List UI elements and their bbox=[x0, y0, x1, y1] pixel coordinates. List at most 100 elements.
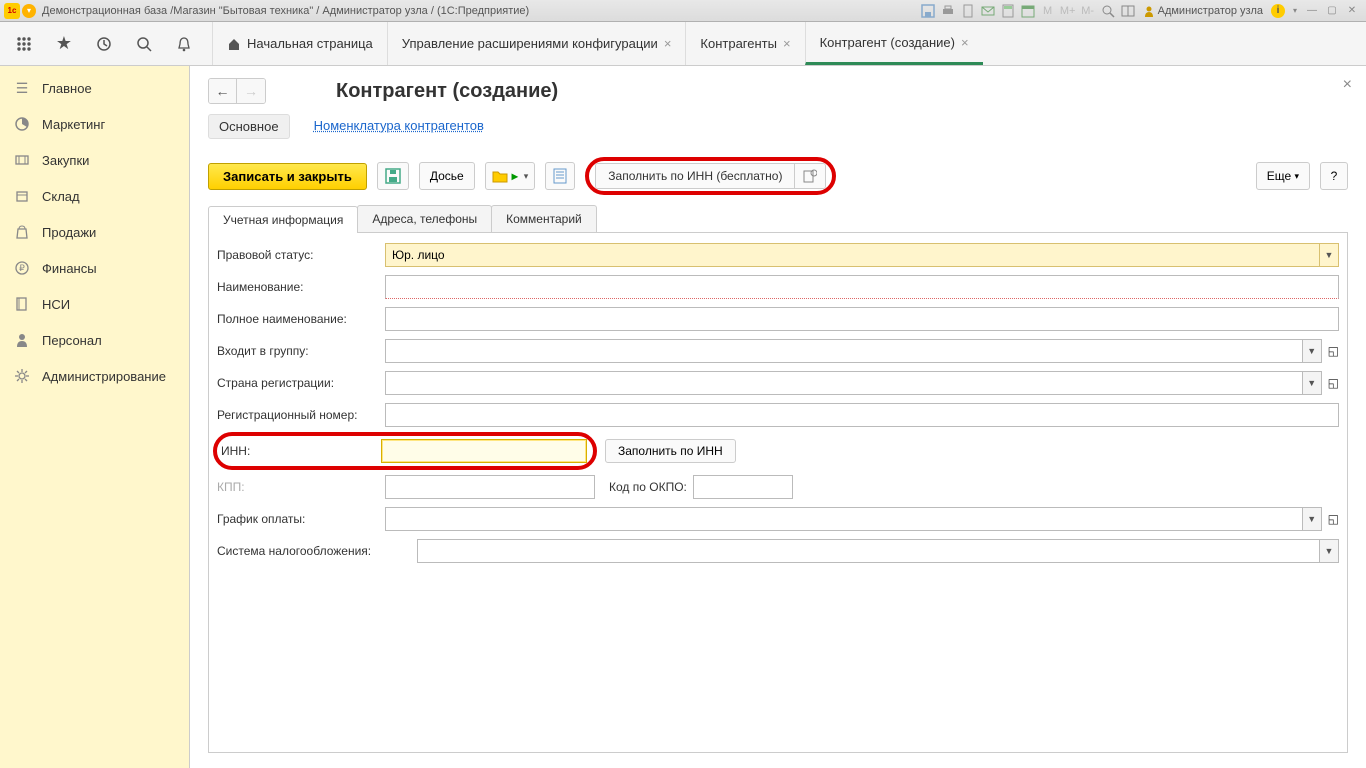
nav-back-button[interactable]: ← bbox=[209, 79, 237, 103]
close-icon[interactable]: × bbox=[961, 35, 969, 50]
fill-inn-button[interactable]: Заполнить по ИНН bbox=[605, 439, 736, 463]
legal-status-label: Правовой статус: bbox=[217, 248, 385, 262]
list-button[interactable] bbox=[545, 162, 575, 190]
legal-status-field[interactable] bbox=[385, 243, 1319, 267]
sidebar-item-warehouse[interactable]: Склад bbox=[0, 178, 189, 214]
tab-extensions[interactable]: Управление расширениями конфигурации × bbox=[387, 22, 686, 65]
menu-icon: ☰ bbox=[12, 78, 32, 98]
box-icon bbox=[12, 186, 32, 206]
save-close-button[interactable]: Записать и закрыть bbox=[208, 163, 367, 190]
okpo-label: Код по ОКПО: bbox=[609, 480, 687, 494]
chevron-down-icon[interactable]: ▼ bbox=[1302, 507, 1322, 531]
reg-num-field[interactable] bbox=[385, 403, 1339, 427]
full-name-field[interactable] bbox=[385, 307, 1339, 331]
payment-field[interactable] bbox=[385, 507, 1302, 531]
toolbar: Записать и закрыть Досье ▸▾ Заполнить по… bbox=[208, 157, 1348, 195]
group-field[interactable] bbox=[385, 339, 1302, 363]
payment-label: График оплаты: bbox=[217, 512, 385, 526]
info-icon[interactable]: i bbox=[1269, 3, 1287, 19]
dossier-button[interactable]: Досье bbox=[419, 162, 475, 190]
sidebar-item-nsi[interactable]: НСИ bbox=[0, 286, 189, 322]
sidebar-item-finances[interactable]: ₽Финансы bbox=[0, 250, 189, 286]
tb-mail-icon[interactable] bbox=[979, 3, 997, 19]
okpo-field[interactable] bbox=[693, 475, 793, 499]
formtab-address[interactable]: Адреса, телефоны bbox=[357, 205, 492, 232]
tab-label: Управление расширениями конфигурации bbox=[402, 36, 658, 51]
formtab-info[interactable]: Учетная информация bbox=[208, 206, 358, 233]
sidebar-item-purchases[interactable]: Закупки bbox=[0, 142, 189, 178]
history-icon[interactable] bbox=[88, 28, 120, 60]
sidebar-item-sales[interactable]: Продажи bbox=[0, 214, 189, 250]
open-icon[interactable]: ◱ bbox=[1328, 376, 1339, 390]
close-button[interactable]: ✕ bbox=[1343, 3, 1361, 19]
reg-num-label: Регистрационный номер: bbox=[217, 408, 385, 422]
sidebar-item-main[interactable]: ☰Главное bbox=[0, 70, 189, 106]
zoom-icon[interactable] bbox=[1099, 3, 1117, 19]
form-tabs: Учетная информация Адреса, телефоны Комм… bbox=[208, 205, 1348, 233]
kpp-field[interactable] bbox=[385, 475, 595, 499]
highlight-inn: ИНН: bbox=[213, 432, 597, 470]
titlebar: 1c ▾ Демонстрационная база /Магазин "Быт… bbox=[0, 0, 1366, 22]
country-field[interactable] bbox=[385, 371, 1302, 395]
folder-dropdown[interactable]: ▸▾ bbox=[485, 162, 536, 190]
chevron-down-icon[interactable]: ▼ bbox=[1302, 371, 1322, 395]
chevron-down-icon[interactable]: ▼ bbox=[1319, 243, 1339, 267]
fill-inn-icon[interactable] bbox=[794, 164, 825, 188]
subnav-main[interactable]: Основное bbox=[208, 114, 290, 139]
chevron-down-icon[interactable]: ▼ bbox=[1319, 539, 1339, 563]
tax-label: Система налогообложения: bbox=[217, 544, 417, 558]
help-button[interactable]: ? bbox=[1320, 162, 1348, 190]
name-field[interactable] bbox=[385, 275, 1339, 299]
tab-contractors[interactable]: Контрагенты × bbox=[685, 22, 804, 65]
open-icon[interactable]: ◱ bbox=[1328, 344, 1339, 358]
titlebar-dropdown[interactable]: ▾ bbox=[22, 4, 36, 18]
tb-save-icon[interactable] bbox=[919, 3, 937, 19]
more-button[interactable]: Еще ▾ bbox=[1256, 162, 1310, 190]
fill-inn-free-button[interactable]: Заполнить по ИНН (бесплатно) bbox=[596, 164, 794, 188]
search-icon[interactable] bbox=[128, 28, 160, 60]
tab-label: Контрагент (создание) bbox=[820, 35, 955, 50]
star-icon[interactable]: ★ bbox=[48, 28, 80, 60]
gear-icon bbox=[12, 366, 32, 386]
inn-field[interactable] bbox=[381, 439, 587, 463]
minimize-button[interactable]: — bbox=[1303, 3, 1321, 19]
bag-icon bbox=[12, 222, 32, 242]
full-name-label: Полное наименование: bbox=[217, 312, 385, 326]
info-dropdown[interactable]: ▾ bbox=[1289, 3, 1301, 19]
page-close-icon[interactable]: × bbox=[1343, 76, 1352, 94]
person-icon bbox=[12, 330, 32, 350]
tb-calendar-icon[interactable] bbox=[1019, 3, 1037, 19]
tab-home-label: Начальная страница bbox=[247, 36, 373, 51]
save-button[interactable] bbox=[377, 162, 409, 190]
name-label: Наименование: bbox=[217, 280, 385, 294]
highlight-fill-inn-free: Заполнить по ИНН (бесплатно) bbox=[585, 157, 836, 195]
panels-icon[interactable] bbox=[1119, 3, 1137, 19]
m-plus[interactable]: M+ bbox=[1059, 3, 1077, 19]
m-indicator[interactable]: M bbox=[1039, 3, 1057, 19]
nav-buttons: ← → bbox=[208, 78, 266, 104]
close-icon[interactable]: × bbox=[664, 36, 672, 51]
apps-icon[interactable] bbox=[8, 28, 40, 60]
user-icon[interactable]: Администратор узла bbox=[1139, 3, 1267, 19]
open-icon[interactable]: ◱ bbox=[1328, 512, 1339, 526]
tax-field[interactable] bbox=[417, 539, 1319, 563]
subnav: Основное Номенклатура контрагентов bbox=[208, 114, 1348, 139]
m-minus[interactable]: M- bbox=[1079, 3, 1097, 19]
tab-contractor-create[interactable]: Контрагент (создание) × bbox=[805, 22, 983, 65]
subnav-nomenclature[interactable]: Номенклатура контрагентов bbox=[304, 114, 494, 139]
nav-forward-button[interactable]: → bbox=[237, 79, 265, 103]
bell-icon[interactable] bbox=[168, 28, 200, 60]
tb-doc-icon[interactable] bbox=[959, 3, 977, 19]
close-icon[interactable]: × bbox=[783, 36, 791, 51]
maximize-button[interactable]: ▢ bbox=[1323, 3, 1341, 19]
formtab-comment[interactable]: Комментарий bbox=[491, 205, 597, 232]
sidebar-item-marketing[interactable]: Маркетинг bbox=[0, 106, 189, 142]
tb-print-icon[interactable] bbox=[939, 3, 957, 19]
sidebar-item-admin[interactable]: Администрирование bbox=[0, 358, 189, 394]
app-logo: 1c bbox=[4, 3, 20, 19]
cart-icon bbox=[12, 150, 32, 170]
tab-home[interactable]: Начальная страница bbox=[212, 22, 387, 65]
sidebar-item-personnel[interactable]: Персонал bbox=[0, 322, 189, 358]
chevron-down-icon[interactable]: ▼ bbox=[1302, 339, 1322, 363]
tb-calc-icon[interactable] bbox=[999, 3, 1017, 19]
